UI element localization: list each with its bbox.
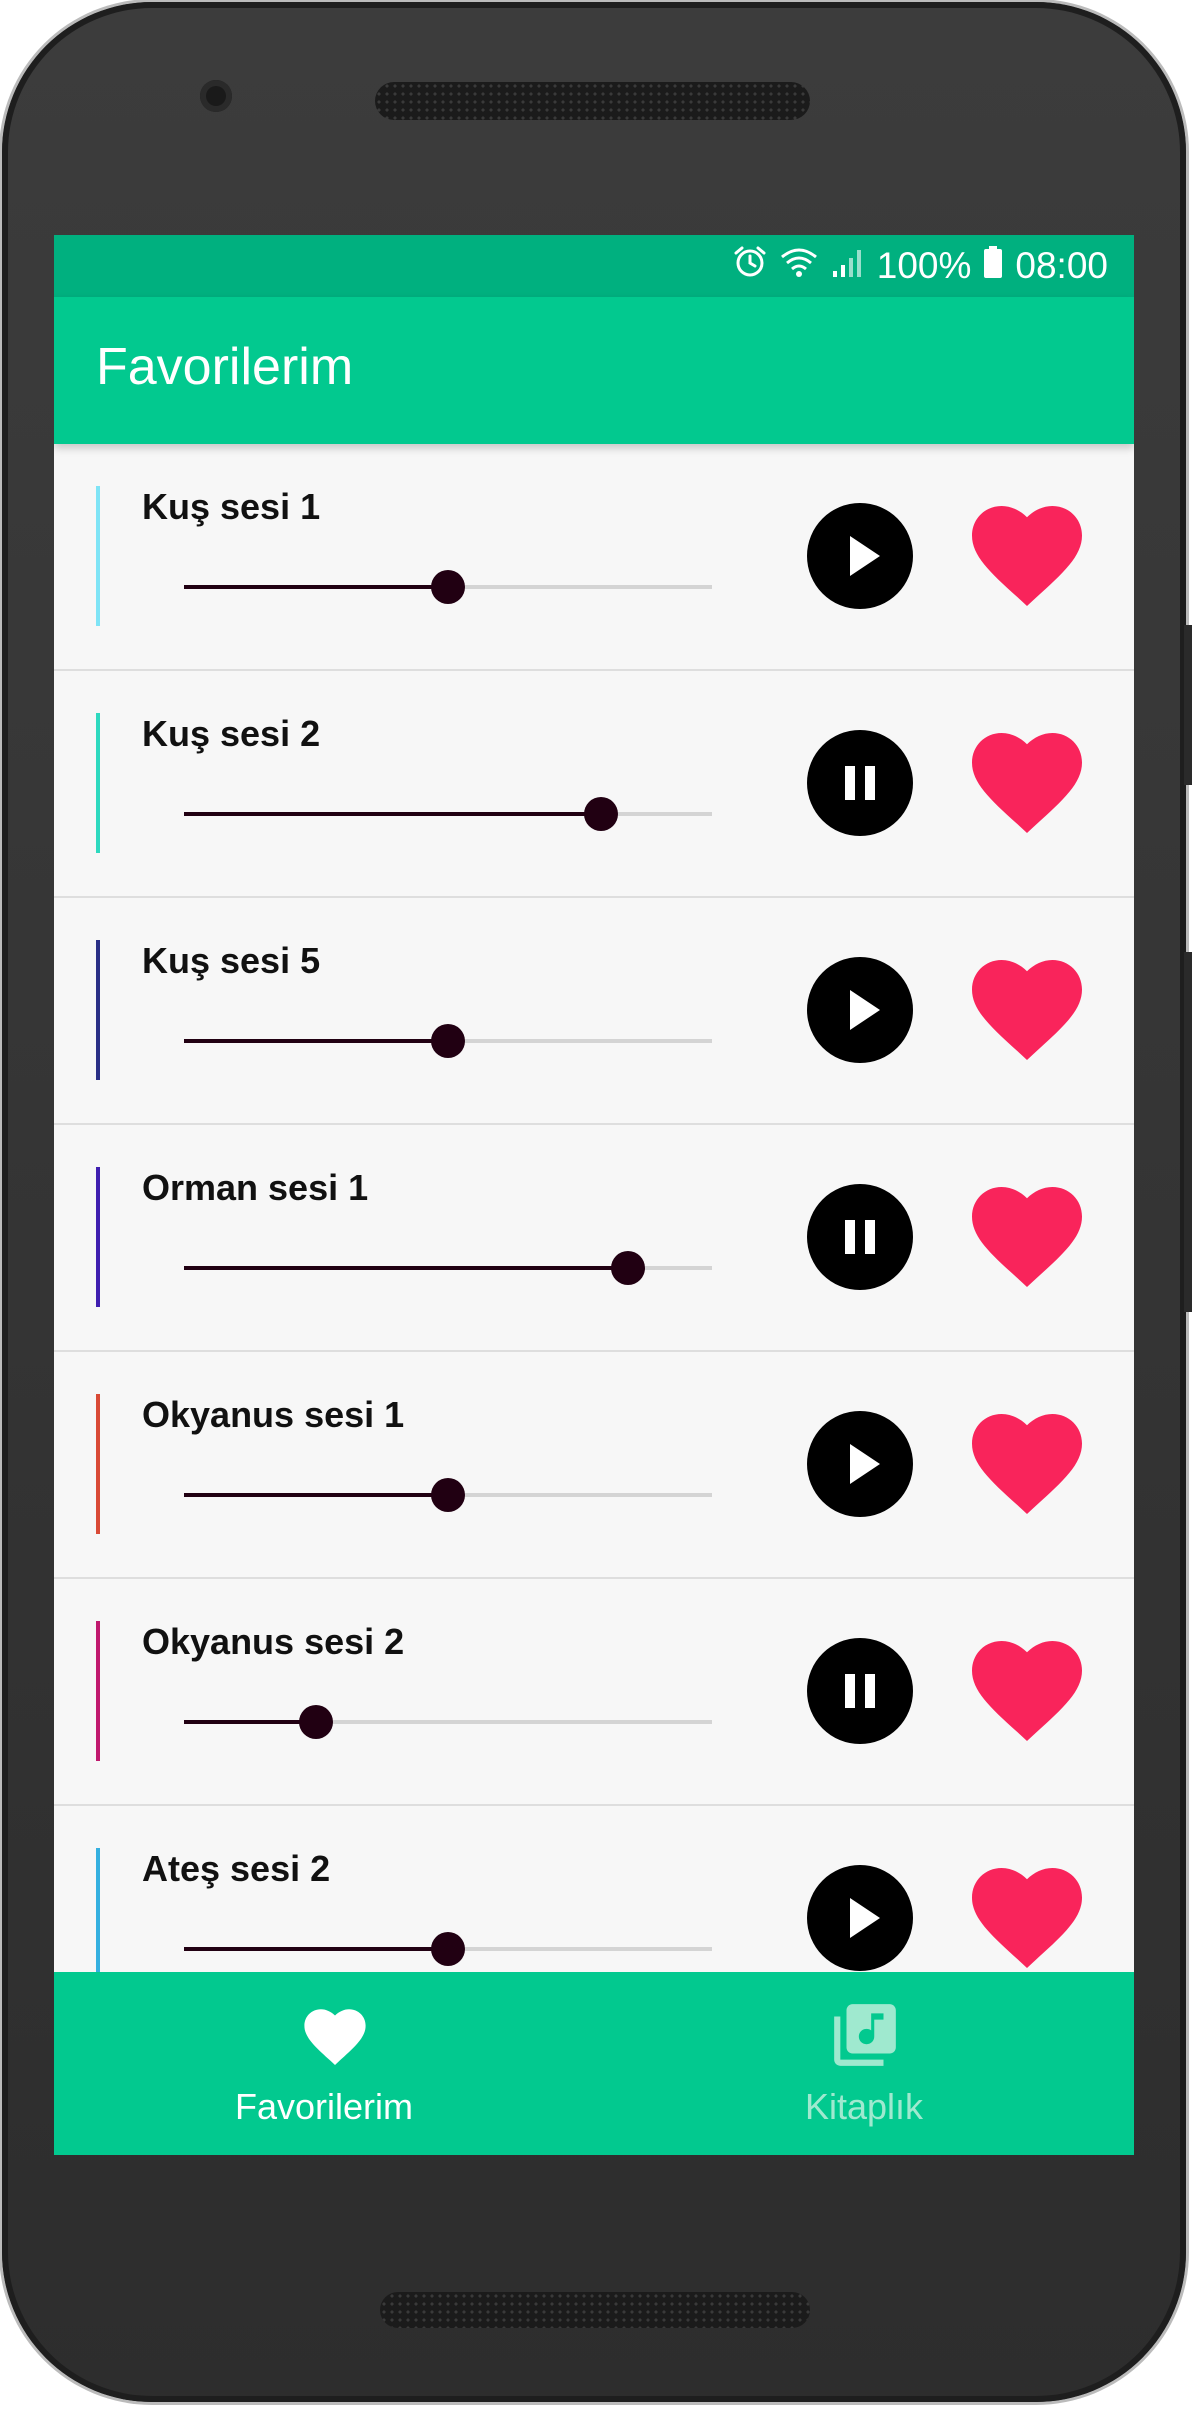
sound-title: Orman sesi 1 <box>142 1167 369 1208</box>
seek-bar-thumb[interactable] <box>431 1478 465 1512</box>
sound-title: Kuş sesi 2 <box>142 713 321 754</box>
power-button <box>1184 625 1192 785</box>
seek-bar[interactable] <box>184 1705 712 1739</box>
music-library-icon <box>828 1998 902 2077</box>
seek-bar-progress <box>184 812 602 816</box>
seek-bar[interactable] <box>184 1251 712 1285</box>
seek-bar-progress <box>184 1266 628 1270</box>
play-button[interactable] <box>807 1865 913 1971</box>
front-camera <box>200 80 232 112</box>
play-button[interactable] <box>807 503 913 609</box>
heart-icon <box>972 733 1082 837</box>
seek-bar-progress <box>184 585 448 589</box>
signal-icon <box>831 245 865 288</box>
seek-bar-thumb[interactable] <box>584 797 619 831</box>
list-item[interactable]: Orman sesi 1 <box>54 1125 1134 1353</box>
list-item[interactable]: Okyanus sesi 2 <box>54 1579 1134 1807</box>
seek-bar-progress <box>184 1720 316 1724</box>
heart-icon <box>972 1868 1082 1972</box>
sound-title: Okyanus sesi 1 <box>142 1394 405 1435</box>
battery-icon <box>983 245 1003 288</box>
accent-bar <box>96 1167 100 1307</box>
seek-bar[interactable] <box>184 797 712 831</box>
favorite-button[interactable] <box>972 733 1082 833</box>
tab-kitaplik[interactable]: Kitaplık <box>594 1972 1134 2155</box>
accent-bar <box>96 1394 100 1534</box>
list-item[interactable]: Ateş sesi 2 <box>54 1806 1134 1972</box>
accent-bar <box>96 1848 100 1972</box>
list-item[interactable]: Okyanus sesi 1 <box>54 1352 1134 1580</box>
device-screen: 100% 08:00 Favorilerim Kuş sesi 1 Kuş ses… <box>54 235 1134 2155</box>
pause-button[interactable] <box>807 1638 913 1744</box>
seek-bar-progress <box>184 1947 448 1951</box>
play-button[interactable] <box>807 957 913 1063</box>
sound-title: Ateş sesi 2 <box>142 1848 331 1889</box>
accent-bar <box>96 713 100 853</box>
favorite-button[interactable] <box>972 1414 1082 1514</box>
play-button[interactable] <box>807 1411 913 1517</box>
tab-label: Kitaplık <box>804 2086 924 2127</box>
status-bar: 100% 08:00 <box>54 235 1134 297</box>
play-icon <box>807 1411 913 1522</box>
seek-bar-progress <box>184 1039 448 1043</box>
seek-bar[interactable] <box>184 1932 712 1966</box>
seek-bar-thumb[interactable] <box>431 1024 465 1058</box>
app-bar: Favorilerim <box>54 297 1134 444</box>
battery-percent: 100% <box>876 245 972 286</box>
tab-label: Favorilerim <box>234 2086 413 2127</box>
seek-bar-progress <box>184 1493 448 1497</box>
favorite-button[interactable] <box>972 1187 1082 1287</box>
heart-icon <box>972 506 1082 610</box>
heart-icon <box>299 2002 371 2073</box>
heart-icon <box>972 1414 1082 1518</box>
page-title: Favorilerim <box>96 338 354 396</box>
play-icon <box>807 1865 913 1972</box>
alarm-icon <box>733 245 767 288</box>
pause-button[interactable] <box>807 1184 913 1290</box>
seek-bar-thumb[interactable] <box>610 1251 645 1285</box>
heart-icon <box>972 960 1082 1064</box>
favorite-button[interactable] <box>972 506 1082 606</box>
favorite-button[interactable] <box>972 1868 1082 1968</box>
phone-frame: 100% 08:00 Favorilerim Kuş sesi 1 Kuş ses… <box>2 2 1186 2402</box>
volume-button <box>1184 952 1192 1312</box>
list-item[interactable]: Kuş sesi 2 <box>54 671 1134 899</box>
seek-bar-thumb[interactable] <box>299 1705 333 1739</box>
list-item[interactable]: Kuş sesi 1 <box>54 444 1134 672</box>
sound-title: Okyanus sesi 2 <box>142 1621 405 1662</box>
status-time: 08:00 <box>1015 245 1108 286</box>
wifi-icon <box>779 245 819 288</box>
seek-bar[interactable] <box>184 570 712 604</box>
seek-bar[interactable] <box>184 1478 712 1512</box>
bottom-speaker <box>380 2292 810 2328</box>
favorite-button[interactable] <box>972 1641 1082 1741</box>
seek-bar-thumb[interactable] <box>431 1932 465 1966</box>
play-icon <box>807 503 913 614</box>
accent-bar <box>96 940 100 1080</box>
seek-bar[interactable] <box>184 1024 712 1058</box>
play-icon <box>807 957 913 1068</box>
sound-title: Kuş sesi 1 <box>142 486 321 527</box>
pause-icon <box>807 1184 913 1295</box>
seek-bar-thumb[interactable] <box>431 570 465 604</box>
heart-icon <box>972 1187 1082 1291</box>
bottom-navigation: Favorilerim Kitaplık <box>54 1972 1134 2155</box>
list-item[interactable]: Kuş sesi 5 <box>54 898 1134 1126</box>
pause-icon <box>807 1638 913 1749</box>
pause-icon <box>807 730 913 841</box>
accent-bar <box>96 486 100 626</box>
heart-icon <box>972 1641 1082 1745</box>
tab-favorilerim[interactable]: Favorilerim <box>54 1972 594 2155</box>
favorite-button[interactable] <box>972 960 1082 1060</box>
earpiece-speaker <box>375 82 810 120</box>
accent-bar <box>96 1621 100 1761</box>
pause-button[interactable] <box>807 730 913 836</box>
sound-title: Kuş sesi 5 <box>142 940 321 981</box>
favorites-list[interactable]: Kuş sesi 1 Kuş sesi 2 Kuş sesi 5 Orman sesi… <box>54 444 1134 1972</box>
